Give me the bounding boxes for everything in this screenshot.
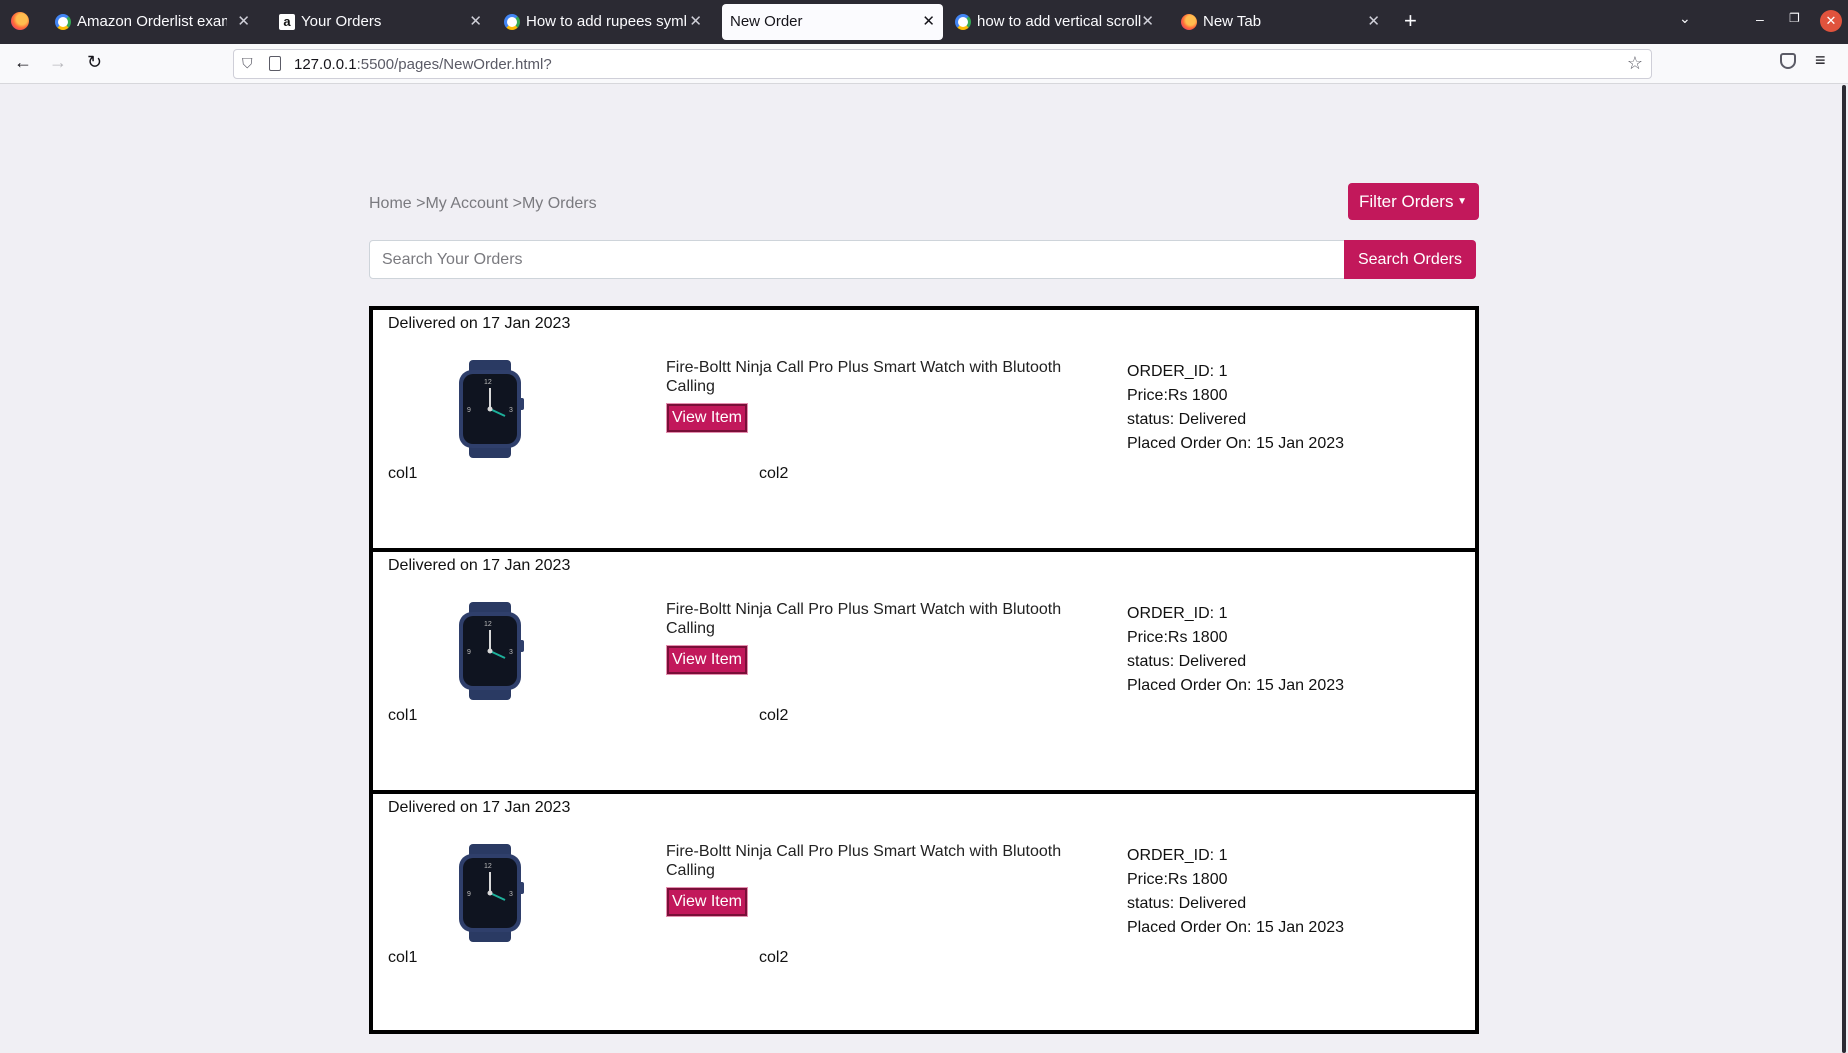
window-close-icon[interactable]: ✕ <box>1820 10 1842 32</box>
tab-new-tab[interactable]: New Tab ✕ <box>1172 4 1388 40</box>
order-status: status: Delivered <box>1127 653 1247 670</box>
order-price: Price:Rs 1800 <box>1127 387 1228 404</box>
svg-text:3: 3 <box>509 649 513 656</box>
orders-list: Delivered on 17 Jan 2023 12 3 9 Fire-Bol… <box>369 306 1479 1034</box>
view-item-button[interactable]: View Item <box>666 403 748 433</box>
tab-amazon-orderlist[interactable]: Amazon Orderlist exampl ✕ <box>46 4 258 40</box>
delivery-date: Delivered on 17 Jan 2023 <box>388 315 571 332</box>
order-status: status: Delivered <box>1127 895 1247 912</box>
order-details: ORDER_ID: 1 Price:Rs 1800 status: Delive… <box>1127 360 1344 456</box>
restore-icon[interactable]: ❐ <box>1789 11 1800 25</box>
firefox-icon <box>1181 14 1197 30</box>
col2-label: col2 <box>759 465 789 482</box>
order-id: ORDER_ID: 1 <box>1127 363 1228 380</box>
close-icon[interactable]: ✕ <box>237 12 250 30</box>
order-status: status: Delivered <box>1127 411 1247 428</box>
tab-title: Your Orders <box>301 13 382 30</box>
order-placed-date: Placed Order On: 15 Jan 2023 <box>1127 919 1345 936</box>
address-bar[interactable]: ⛉ 127.0.0.1:5500/pages/NewOrder.html? ☆ <box>233 49 1652 79</box>
close-icon[interactable]: ✕ <box>469 12 482 30</box>
amazon-icon: a <box>279 14 295 30</box>
tab-title: how to add vertical scroll <box>977 13 1142 30</box>
google-icon <box>504 14 520 30</box>
firefox-icon[interactable] <box>11 12 29 30</box>
filter-orders-button[interactable]: Filter Orders ▼ <box>1348 183 1479 220</box>
tab-your-orders[interactable]: a Your Orders ✕ <box>270 4 490 40</box>
tab-title: Amazon Orderlist exampl <box>77 13 227 30</box>
col2-label: col2 <box>759 707 789 724</box>
order-id: ORDER_ID: 1 <box>1127 605 1228 622</box>
close-icon[interactable]: ✕ <box>922 12 935 30</box>
new-tab-plus-icon[interactable]: + <box>1404 8 1417 34</box>
minimize-icon[interactable]: – <box>1756 11 1764 27</box>
bookmark-star-icon[interactable]: ☆ <box>1627 53 1643 74</box>
search-orders-button[interactable]: Search Orders <box>1344 240 1476 279</box>
order-id: ORDER_ID: 1 <box>1127 847 1228 864</box>
col2-label: col2 <box>759 949 789 966</box>
svg-text:3: 3 <box>509 891 513 898</box>
google-icon <box>55 14 71 30</box>
svg-text:12: 12 <box>484 621 492 628</box>
delivery-date: Delivered on 17 Jan 2023 <box>388 557 571 574</box>
order-placed-date: Placed Order On: 15 Jan 2023 <box>1127 435 1345 452</box>
browser-nav-bar: ← → ↻ ⛉ 127.0.0.1:5500/pages/NewOrder.ht… <box>0 44 1848 84</box>
browser-tab-bar: Amazon Orderlist exampl ✕ a Your Orders … <box>0 0 1848 44</box>
view-item-button[interactable]: View Item <box>666 645 748 675</box>
close-icon[interactable]: ✕ <box>1141 12 1154 30</box>
pocket-icon[interactable] <box>1780 53 1796 69</box>
search-bar: Search Orders <box>369 240 1476 279</box>
close-icon[interactable]: ✕ <box>1367 12 1380 30</box>
svg-text:3: 3 <box>509 407 513 414</box>
back-arrow-icon[interactable]: ← <box>14 52 32 73</box>
order-placed-date: Placed Order On: 15 Jan 2023 <box>1127 677 1345 694</box>
product-name[interactable]: Fire-Boltt Ninja Call Pro Plus Smart Wat… <box>666 358 1066 396</box>
page-content: Home >My Account >My Orders Filter Order… <box>0 85 1848 1053</box>
url-host: 127.0.0.1 <box>294 56 357 73</box>
url-path: :5500/pages/NewOrder.html? <box>356 56 552 73</box>
tab-new-order[interactable]: New Order ✕ <box>722 4 943 40</box>
shield-icon[interactable]: ⛉ <box>242 55 253 72</box>
smartwatch-image[interactable]: 12 3 9 <box>453 602 527 700</box>
reload-icon[interactable]: ↻ <box>87 52 102 73</box>
tab-title: New Order <box>730 13 803 30</box>
product-name[interactable]: Fire-Boltt Ninja Call Pro Plus Smart Wat… <box>666 842 1066 880</box>
forward-arrow-icon[interactable]: → <box>49 52 67 73</box>
order-card: Delivered on 17 Jan 2023 12 3 9 Fire-Bol… <box>369 548 1479 790</box>
order-price: Price:Rs 1800 <box>1127 871 1228 888</box>
breadcrumb[interactable]: Home >My Account >My Orders <box>369 195 597 213</box>
order-price: Price:Rs 1800 <box>1127 629 1228 646</box>
page-icon[interactable] <box>269 56 281 71</box>
col1-label: col1 <box>388 465 418 482</box>
url-text[interactable]: 127.0.0.1:5500/pages/NewOrder.html? <box>294 56 552 73</box>
svg-text:12: 12 <box>484 863 492 870</box>
caret-down-icon: ▼ <box>1457 196 1467 207</box>
tab-title: How to add rupees symb <box>526 13 686 30</box>
search-input[interactable] <box>369 240 1345 279</box>
chevron-down-icon[interactable]: ⌄ <box>1679 10 1691 27</box>
smartwatch-image[interactable]: 12 3 9 <box>453 360 527 458</box>
svg-text:9: 9 <box>467 407 471 414</box>
google-icon <box>955 14 971 30</box>
svg-text:12: 12 <box>484 379 492 386</box>
col1-label: col1 <box>388 949 418 966</box>
page-scrollbar[interactable] <box>1842 85 1846 1053</box>
close-icon[interactable]: ✕ <box>689 12 702 30</box>
menu-icon[interactable]: ≡ <box>1815 50 1826 71</box>
product-name[interactable]: Fire-Boltt Ninja Call Pro Plus Smart Wat… <box>666 600 1066 638</box>
col1-label: col1 <box>388 707 418 724</box>
tab-vertical-scroll[interactable]: how to add vertical scroll ✕ <box>946 4 1162 40</box>
delivery-date: Delivered on 17 Jan 2023 <box>388 799 571 816</box>
order-details: ORDER_ID: 1 Price:Rs 1800 status: Delive… <box>1127 602 1344 698</box>
smartwatch-image[interactable]: 12 3 9 <box>453 844 527 942</box>
tab-rupees-symbol[interactable]: How to add rupees symb ✕ <box>495 4 710 40</box>
svg-text:9: 9 <box>467 891 471 898</box>
tab-title: New Tab <box>1203 13 1262 30</box>
order-card: Delivered on 17 Jan 2023 12 3 9 Fire-Bol… <box>369 790 1479 1034</box>
svg-text:9: 9 <box>467 649 471 656</box>
order-details: ORDER_ID: 1 Price:Rs 1800 status: Delive… <box>1127 844 1344 940</box>
order-card: Delivered on 17 Jan 2023 12 3 9 Fire-Bol… <box>369 306 1479 548</box>
view-item-button[interactable]: View Item <box>666 887 748 917</box>
filter-orders-label: Filter Orders <box>1359 192 1454 211</box>
